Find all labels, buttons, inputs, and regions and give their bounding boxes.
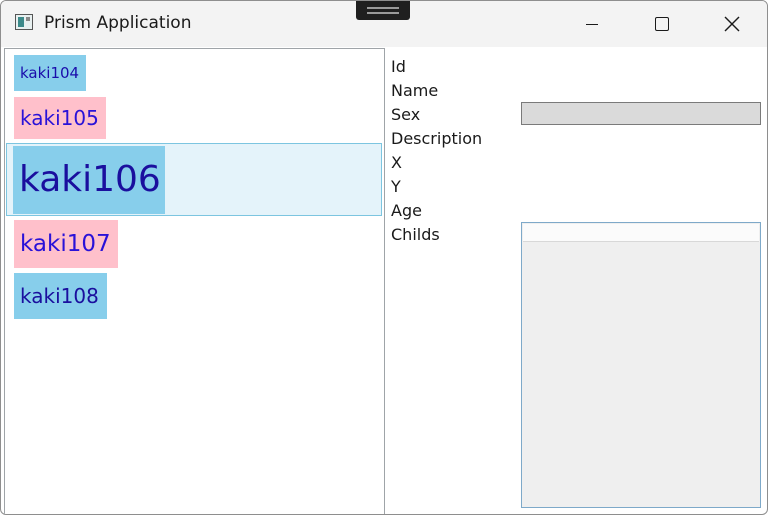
childs-label: Childs xyxy=(391,225,440,244)
minimize-icon xyxy=(586,24,598,25)
id-label: Id xyxy=(391,57,406,76)
list-item-label: kaki106 xyxy=(13,146,165,214)
x-label: X xyxy=(391,153,402,172)
childs-list-header[interactable] xyxy=(523,224,759,242)
snap-layout-handle[interactable] xyxy=(356,1,410,20)
list-item[interactable]: kaki108 xyxy=(6,271,382,321)
window-title: Prism Application xyxy=(44,13,192,33)
title-bar[interactable]: Prism Application xyxy=(1,1,767,47)
minimize-button[interactable] xyxy=(557,1,627,47)
sex-label: Sex xyxy=(391,105,421,124)
sex-combobox[interactable] xyxy=(521,102,761,125)
list-item-label: kaki107 xyxy=(14,220,118,268)
maximize-icon xyxy=(655,17,669,31)
description-label: Description xyxy=(391,129,483,148)
age-label: Age xyxy=(391,201,422,220)
list-item[interactable]: kaki104 xyxy=(6,53,382,93)
app-window: Prism Application kaki104 kaki105 kaki10… xyxy=(0,0,768,515)
y-label: Y xyxy=(391,177,401,196)
close-button[interactable] xyxy=(697,1,767,47)
list-item-label: kaki105 xyxy=(14,97,106,139)
detail-panel: Id Name Sex Description X Y Age Childs xyxy=(385,48,767,514)
name-label: Name xyxy=(391,81,439,100)
list-item[interactable]: kaki107 xyxy=(6,218,382,268)
list-item-label: kaki104 xyxy=(14,55,86,91)
maximize-button[interactable] xyxy=(627,1,697,47)
app-window-icon xyxy=(15,14,33,30)
close-icon xyxy=(724,16,740,32)
list-item[interactable]: kaki105 xyxy=(6,95,382,141)
list-item-selected[interactable]: kaki106 xyxy=(6,143,382,216)
person-listbox[interactable]: kaki104 kaki105 kaki106 kaki107 kaki108 xyxy=(4,48,385,514)
childs-listview[interactable] xyxy=(521,222,761,508)
list-item-label: kaki108 xyxy=(14,273,107,319)
